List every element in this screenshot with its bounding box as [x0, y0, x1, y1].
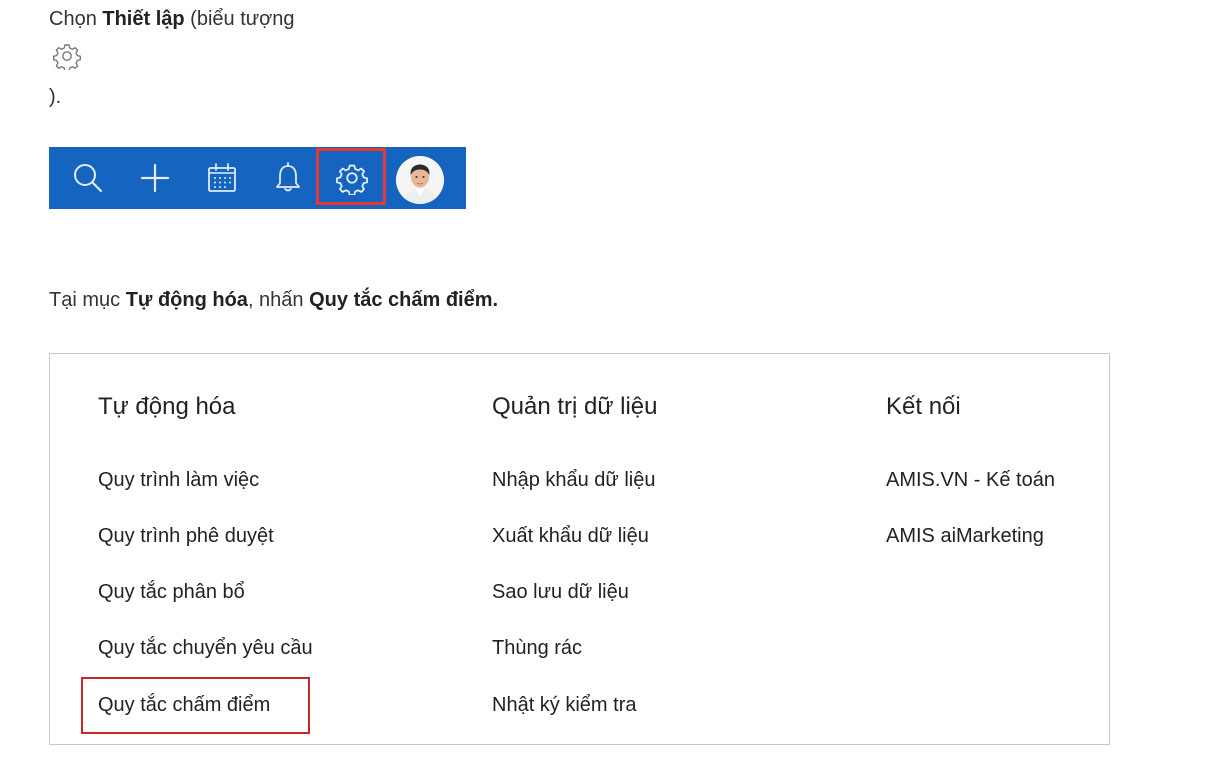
step1-bold-setting: Thiết lập [102, 8, 185, 30]
step2-middle: , nhấn [247, 289, 310, 311]
link-import-data[interactable]: Nhập khẩu dữ liệu [492, 466, 656, 494]
link-workflow[interactable]: Quy trình làm việc [98, 466, 259, 494]
scoring-rules-highlight-box [81, 677, 310, 734]
step2-prefix: Tại mục [49, 289, 126, 311]
connections-heading: Kết nối [886, 393, 961, 420]
link-audit-log[interactable]: Nhật ký kiểm tra [492, 691, 636, 719]
toolbar [49, 147, 466, 209]
settings-panel: Tự động hóa Quy trình làm việc Quy trình… [49, 353, 1110, 745]
step1-suffix: (biểu tượng [184, 8, 295, 30]
link-recycle-bin[interactable]: Thùng rác [492, 634, 582, 662]
link-amis-aimarketing[interactable]: AMIS aiMarketing [886, 522, 1044, 550]
link-amis-accounting[interactable]: AMIS.VN - Kế toán [886, 466, 1055, 494]
search-icon[interactable] [65, 155, 111, 201]
step2-bold-automation: Tự động hóa [125, 289, 248, 311]
link-escalation-rules[interactable]: Quy tắc chuyển yêu cầu [98, 634, 313, 662]
bell-icon[interactable] [265, 155, 311, 201]
avatar[interactable] [396, 156, 444, 204]
step1-prefix: Chọn [49, 8, 103, 30]
link-export-data[interactable]: Xuất khẩu dữ liệu [492, 522, 649, 550]
automation-heading: Tự động hóa [98, 393, 236, 420]
data-management-heading: Quản trị dữ liệu [492, 393, 658, 420]
link-backup-data[interactable]: Sao lưu dữ liệu [492, 578, 629, 606]
step2-bold-scoring: Quy tắc chấm điểm. [309, 289, 499, 311]
step1-instruction: Chọn Thiết lập (biểu tượng [49, 5, 295, 33]
link-assignment-rules[interactable]: Quy tắc phân bổ [98, 578, 245, 606]
link-approval-process[interactable]: Quy trình phê duyệt [98, 522, 274, 550]
step1-closing: ). [49, 86, 62, 108]
settings-highlight-box [316, 148, 386, 205]
calendar-icon[interactable] [199, 155, 245, 201]
gear-icon [52, 42, 84, 72]
step2-instruction: Tại mục Tự động hóa, nhấn Quy tắc chấm đ… [49, 286, 498, 314]
plus-icon[interactable] [132, 155, 178, 201]
